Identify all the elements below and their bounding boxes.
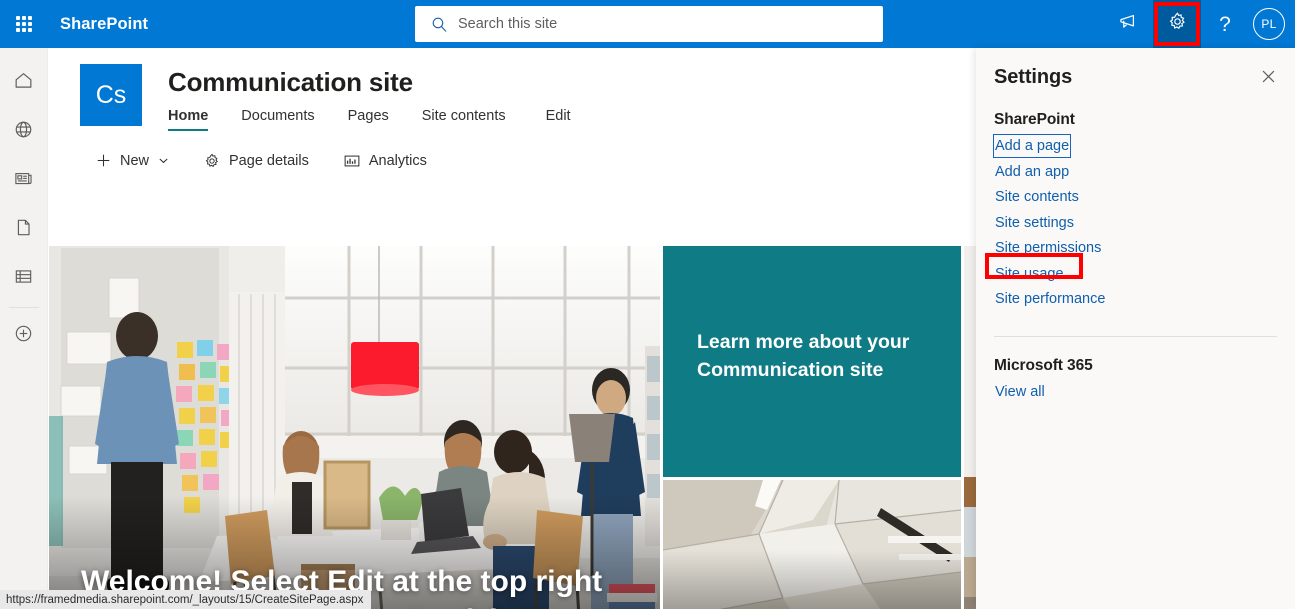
plus-circle-icon xyxy=(13,323,34,349)
command-bar: New Page details xyxy=(49,139,976,183)
sharepoint-page: SharePoint xyxy=(0,0,1295,609)
search-box[interactable] xyxy=(415,6,883,42)
question-mark-icon: ? xyxy=(1219,14,1231,35)
megaphone-icon xyxy=(1118,11,1140,38)
app-launcher-waffle-icon xyxy=(16,16,32,32)
sidebar-item-news[interactable] xyxy=(0,156,48,205)
main-content: Cs Communication site Home Documents Pag… xyxy=(49,48,976,609)
site-header-text: Communication site Home Documents Pages … xyxy=(168,64,571,131)
document-icon xyxy=(13,217,34,243)
bar-chart-icon xyxy=(343,152,361,170)
sidebar-item-documents[interactable] xyxy=(0,205,48,254)
link-add-an-app[interactable]: Add an app xyxy=(994,161,1070,183)
site-navigation: Home Documents Pages Site contents Edit xyxy=(168,104,571,131)
hero-tile-edge-partial[interactable] xyxy=(964,246,976,609)
nav-edit-button[interactable]: Edit xyxy=(546,104,571,131)
link-site-settings[interactable]: Site settings xyxy=(994,212,1075,234)
gear-icon xyxy=(203,152,221,170)
group-heading-microsoft365: Microsoft 365 xyxy=(994,357,1277,375)
hero-web-part: Welcome! Select Edit at the top right of… xyxy=(49,246,976,609)
nav-item-pages[interactable]: Pages xyxy=(348,104,389,131)
settings-button[interactable] xyxy=(1153,0,1201,48)
plus-icon xyxy=(95,152,112,169)
app-launcher-button[interactable] xyxy=(0,0,48,48)
hero-tile-arch[interactable]: Learn how to use the Hero web part xyxy=(663,480,961,609)
link-site-usage[interactable]: Site usage xyxy=(994,263,1065,285)
help-button[interactable]: ? xyxy=(1201,0,1249,48)
nav-item-site-contents[interactable]: Site contents xyxy=(422,104,506,131)
page-details-label: Page details xyxy=(229,153,309,169)
settings-panel-title: Settings xyxy=(994,66,1072,89)
sidebar-item-lists[interactable] xyxy=(0,254,48,303)
hero-teal-title: Learn more about your Communication site xyxy=(697,329,931,384)
search-input[interactable] xyxy=(458,6,883,42)
hero-right-column: Learn more about your Communication site xyxy=(663,246,961,609)
link-site-performance[interactable]: Site performance xyxy=(994,288,1106,310)
hero-tile-main[interactable]: Welcome! Select Edit at the top right of… xyxy=(49,246,660,609)
news-icon xyxy=(13,168,34,194)
site-header: Cs Communication site Home Documents Pag… xyxy=(49,48,976,131)
link-site-permissions[interactable]: Site permissions xyxy=(994,237,1102,259)
close-icon xyxy=(1261,69,1276,89)
settings-panel-header: Settings xyxy=(976,48,1295,92)
analytics-button[interactable]: Analytics xyxy=(335,144,435,178)
microsoft365-links: View all xyxy=(994,381,1277,407)
site-logo[interactable]: Cs xyxy=(80,64,142,126)
office-meeting-room-photo xyxy=(49,246,660,609)
link-add-a-page[interactable]: Add a page xyxy=(994,135,1070,157)
suite-bar: SharePoint xyxy=(0,0,1295,48)
megaphone-button[interactable] xyxy=(1105,0,1153,48)
page-title[interactable]: Communication site xyxy=(168,67,571,98)
sharepoint-links: Add a page Add an app Site contents Site… xyxy=(994,135,1277,314)
architectural-ceiling-photo xyxy=(663,480,961,609)
close-button[interactable] xyxy=(1255,66,1281,92)
link-site-contents[interactable]: Site contents xyxy=(994,186,1080,208)
nav-item-documents[interactable]: Documents xyxy=(241,104,314,131)
nav-item-home[interactable]: Home xyxy=(168,104,208,131)
settings-panel-body: SharePoint Add a page Add an app Site co… xyxy=(976,92,1295,406)
partial-tile-photo xyxy=(964,246,976,609)
avatar[interactable]: PL xyxy=(1253,8,1285,40)
globe-icon xyxy=(13,119,34,145)
sidebar-item-globe[interactable] xyxy=(0,107,48,156)
rail-divider xyxy=(9,307,39,308)
home-icon xyxy=(13,70,34,96)
panel-divider xyxy=(994,336,1277,337)
page-details-button[interactable]: Page details xyxy=(195,144,317,178)
status-bar-url: https://framedmedia.sharepoint.com/_layo… xyxy=(0,590,371,609)
gear-icon xyxy=(1167,11,1188,37)
sidebar-item-home[interactable] xyxy=(0,58,48,107)
settings-panel: Settings SharePoint Add a page Add an ap… xyxy=(976,48,1295,609)
analytics-label: Analytics xyxy=(369,153,427,169)
group-heading-sharepoint: SharePoint xyxy=(994,111,1277,129)
hero-tile-teal[interactable]: Learn more about your Communication site xyxy=(663,246,961,477)
left-rail xyxy=(0,48,48,609)
chevron-down-icon xyxy=(158,155,169,166)
sidebar-item-create[interactable] xyxy=(0,311,48,360)
suite-actions: ? PL xyxy=(1105,0,1295,48)
search-icon xyxy=(431,16,448,33)
new-button-label: New xyxy=(120,153,149,169)
link-view-all[interactable]: View all xyxy=(994,381,1046,403)
new-button[interactable]: New xyxy=(87,144,177,178)
lists-icon xyxy=(13,266,34,292)
suite-brand-label[interactable]: SharePoint xyxy=(60,15,148,34)
